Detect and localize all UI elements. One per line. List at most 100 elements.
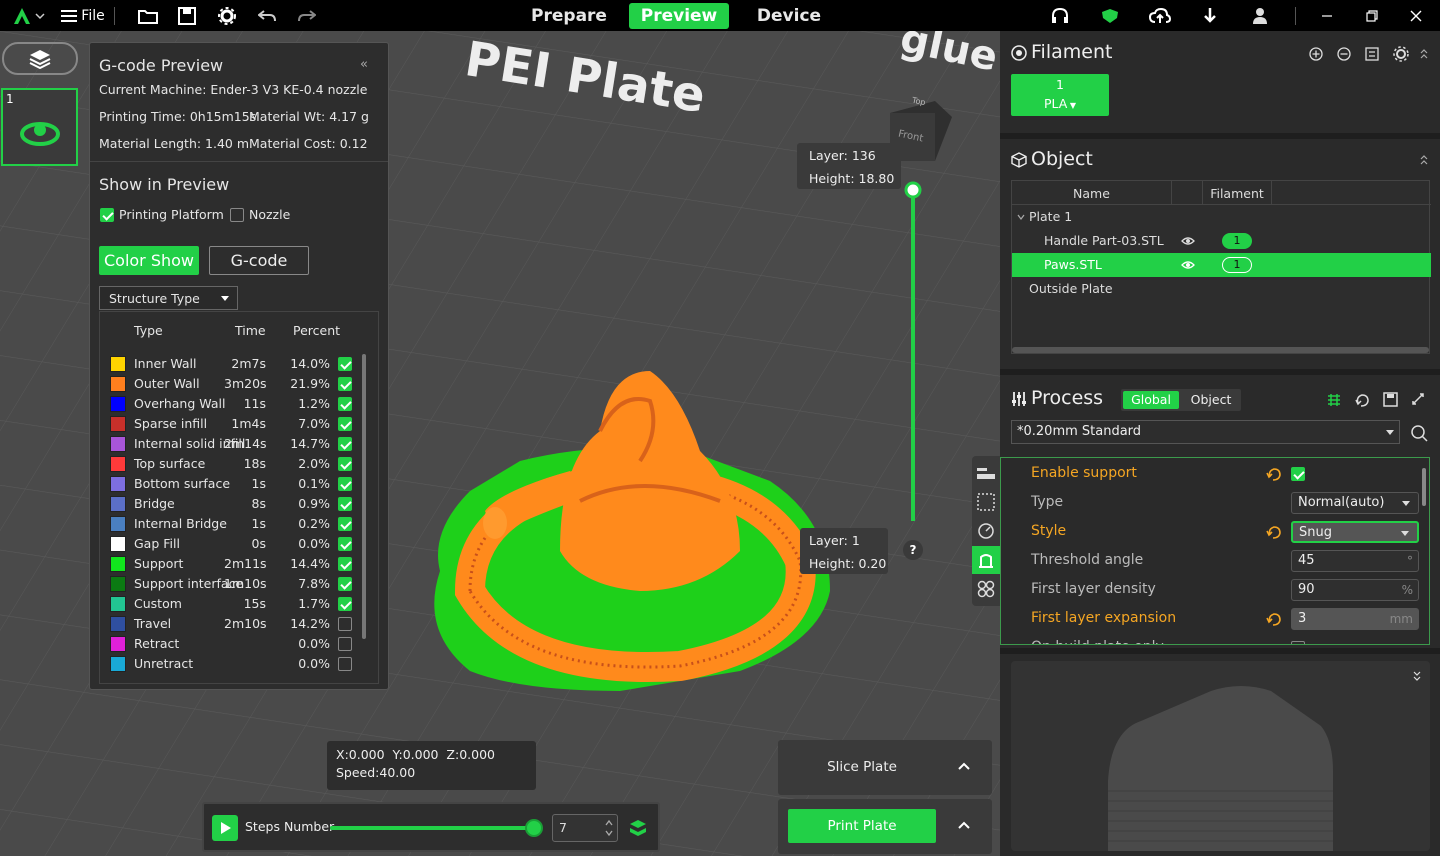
stack-layers-icon[interactable]: [629, 819, 647, 837]
stepper-arrows-icon[interactable]: [605, 819, 613, 837]
legend-visibility-checkbox[interactable]: [338, 577, 352, 591]
global-toggle[interactable]: Global: [1123, 391, 1179, 409]
save-icon[interactable]: [175, 0, 199, 31]
plate-thumbnail[interactable]: 1: [1, 88, 78, 166]
settings-gear-icon[interactable]: [215, 0, 239, 31]
filament-badge[interactable]: 1: [1222, 233, 1252, 249]
restore-icon[interactable]: [1360, 0, 1384, 31]
user-avatar-icon[interactable]: [1248, 0, 1272, 31]
tab-prepare[interactable]: Prepare: [520, 3, 618, 29]
headset-icon[interactable]: [1048, 0, 1072, 31]
expand-preview-icon[interactable]: [1413, 671, 1421, 681]
process-preset-select[interactable]: *0.20mm Standard: [1011, 420, 1400, 444]
legend-visibility-checkbox[interactable]: [338, 497, 352, 511]
close-icon[interactable]: [1404, 0, 1428, 31]
legend-visibility-checkbox[interactable]: [338, 517, 352, 531]
steps-slider-track[interactable]: [330, 819, 543, 837]
tab-preview[interactable]: Preview: [629, 3, 729, 29]
file-menu[interactable]: File: [58, 0, 108, 31]
slot-dropdown-icon[interactable]: ▼: [1067, 101, 1076, 110]
legend-scrollbar[interactable]: [362, 354, 366, 639]
visibility-eye-icon[interactable]: [1181, 260, 1195, 270]
legend-visibility-checkbox[interactable]: [338, 537, 352, 551]
3d-viewport[interactable]: PEI Plate glue Top Front 1 Layer: 136 He…: [0, 31, 1000, 856]
steps-value-input[interactable]: 7: [552, 814, 618, 842]
assembly-icon[interactable]: [977, 580, 995, 598]
play-button[interactable]: [212, 815, 238, 841]
undo-icon[interactable]: [255, 0, 279, 31]
legend-visibility-checkbox[interactable]: [338, 617, 352, 631]
speed-gauge-icon[interactable]: [977, 522, 995, 540]
chevron-up-icon[interactable]: [958, 762, 970, 770]
save-process-icon[interactable]: [1383, 392, 1398, 407]
advanced-grid-icon[interactable]: [1327, 393, 1341, 407]
params-scrollbar[interactable]: [1422, 468, 1426, 506]
collapse-filament-icon[interactable]: [1420, 49, 1428, 59]
redo-icon[interactable]: [295, 0, 319, 31]
gcode-button[interactable]: G-code: [209, 246, 309, 275]
object-list-scrollbar[interactable]: [1012, 347, 1429, 353]
legend-visibility-checkbox[interactable]: [338, 637, 352, 651]
reset-param-icon[interactable]: [1266, 525, 1282, 539]
param-checkbox[interactable]: [1291, 467, 1305, 481]
support-view-button[interactable]: [972, 546, 1000, 574]
legend-visibility-checkbox[interactable]: [338, 557, 352, 571]
object-row-handle[interactable]: Handle Part-03.STL 1: [1012, 229, 1431, 253]
param-input[interactable]: 45 °: [1291, 550, 1419, 572]
tab-device[interactable]: Device: [740, 3, 838, 29]
search-icon[interactable]: [1410, 424, 1428, 442]
cloud-upload-icon[interactable]: [1148, 0, 1172, 31]
reset-param-icon[interactable]: [1266, 467, 1282, 481]
legend-visibility-checkbox[interactable]: [338, 457, 352, 471]
layer-view-icon[interactable]: [977, 464, 995, 480]
layer-slider-track[interactable]: [911, 191, 915, 521]
layer-slider-top-handle[interactable]: [904, 181, 922, 199]
expand-plate-icon[interactable]: [1017, 214, 1025, 220]
minimize-icon[interactable]: [1315, 0, 1339, 31]
color-show-button[interactable]: Color Show: [99, 246, 199, 275]
legend-visibility-checkbox[interactable]: [338, 437, 352, 451]
remove-filament-icon[interactable]: [1337, 47, 1351, 61]
reset-param-icon[interactable]: [1266, 612, 1282, 626]
open-folder-icon[interactable]: [136, 0, 160, 31]
legend-visibility-checkbox[interactable]: [338, 377, 352, 391]
nozzle-checkbox[interactable]: [230, 208, 244, 222]
print-plate-button[interactable]: Print Plate: [788, 809, 936, 843]
legend-visibility-checkbox[interactable]: [338, 397, 352, 411]
outside-plate-label[interactable]: Outside Plate: [1029, 281, 1113, 296]
bounding-box-icon[interactable]: [977, 493, 995, 511]
param-select[interactable]: Snug: [1291, 521, 1419, 543]
reset-process-icon[interactable]: [1355, 393, 1370, 407]
chevron-up-icon[interactable]: [958, 821, 970, 829]
edit-filament-icon[interactable]: [1365, 47, 1379, 61]
download-icon[interactable]: [1198, 0, 1222, 31]
filament-settings-icon[interactable]: [1393, 46, 1409, 62]
app-logo-icon[interactable]: [10, 0, 50, 31]
collapse-object-icon[interactable]: [1420, 155, 1428, 165]
filament-badge[interactable]: 1: [1222, 257, 1252, 273]
layers-toggle-button[interactable]: [2, 42, 78, 75]
steps-slider-thumb[interactable]: [524, 819, 543, 837]
slice-plate-button[interactable]: Slice Plate: [788, 750, 936, 784]
plate-1-label[interactable]: Plate 1: [1029, 209, 1072, 224]
visibility-eye-icon[interactable]: [1181, 236, 1195, 246]
printing-platform-checkbox[interactable]: [100, 208, 114, 222]
structure-type-select[interactable]: Structure Type: [99, 286, 238, 310]
legend-visibility-checkbox[interactable]: [338, 657, 352, 671]
legend-visibility-checkbox[interactable]: [338, 417, 352, 431]
legend-visibility-checkbox[interactable]: [338, 357, 352, 371]
param-input[interactable]: 3 mm: [1291, 608, 1419, 630]
object-row-paws[interactable]: Paws.STL 1: [1012, 253, 1431, 277]
legend-visibility-checkbox[interactable]: [338, 477, 352, 491]
legend-visibility-checkbox[interactable]: [338, 597, 352, 611]
param-select[interactable]: Normal(auto): [1291, 492, 1419, 514]
object-toggle[interactable]: Object: [1183, 391, 1239, 409]
filament-slot-1[interactable]: 1 PLA ▼: [1011, 74, 1109, 116]
add-filament-icon[interactable]: [1309, 47, 1323, 61]
collapse-panel-button[interactable]: «: [360, 57, 368, 72]
shield-icon[interactable]: [1098, 0, 1122, 31]
help-button[interactable]: ?: [903, 540, 923, 560]
param-checkbox[interactable]: [1291, 641, 1305, 644]
param-input[interactable]: 90%: [1291, 579, 1419, 601]
compare-process-icon[interactable]: [1411, 392, 1426, 407]
